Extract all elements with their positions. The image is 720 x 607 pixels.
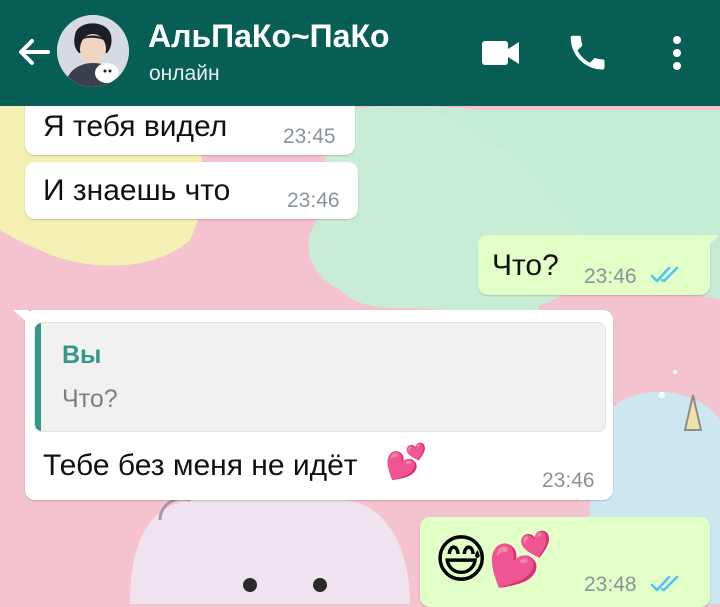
quote-text: Что? <box>62 385 118 413</box>
message-text: Я тебя видел <box>43 110 228 143</box>
read-ticks-icon <box>650 266 679 283</box>
message-bubble-incoming[interactable]: Вы Что? Тебе без меня не идёт 💕 23:46 <box>13 310 613 500</box>
message-time: 23:45 <box>283 125 336 148</box>
message-text: 😅💕 <box>434 531 553 589</box>
message-bubble-outgoing[interactable]: Что? 23:46 <box>478 235 720 295</box>
quote-author: Вы <box>62 341 102 369</box>
message-time: 23:46 <box>542 469 595 492</box>
bubble-tail <box>13 310 29 324</box>
chat-header: АльПаКо~ПаКо онлайн <box>0 0 720 106</box>
read-ticks-icon <box>650 575 679 592</box>
more-vert-icon[interactable] <box>652 28 702 78</box>
message-text: И знаешь что <box>43 174 231 207</box>
quote-accent-bar <box>35 323 41 431</box>
message-time: 23:48 <box>584 573 637 596</box>
message-bubble-outgoing[interactable]: 😅💕 23:48 <box>420 517 710 607</box>
message-time: 23:46 <box>584 265 637 288</box>
message-text: Что? <box>492 249 559 282</box>
phone-call-icon[interactable] <box>563 28 613 78</box>
back-arrow-icon[interactable] <box>12 30 56 74</box>
reply-quote[interactable]: Вы Что? <box>34 322 606 432</box>
message-text: Тебе без меня не идёт <box>43 449 358 482</box>
contact-status: онлайн <box>149 62 220 85</box>
two-hearts-emoji: 💕 <box>385 443 428 481</box>
contact-avatar[interactable] <box>57 15 129 87</box>
video-call-icon[interactable] <box>475 28 525 78</box>
message-time: 23:46 <box>287 189 340 212</box>
contact-name[interactable]: АльПаКо~ПаКо <box>148 18 390 55</box>
bubble-tail <box>704 235 720 249</box>
message-bubble-incoming[interactable]: И знаешь что 23:46 <box>25 162 358 219</box>
